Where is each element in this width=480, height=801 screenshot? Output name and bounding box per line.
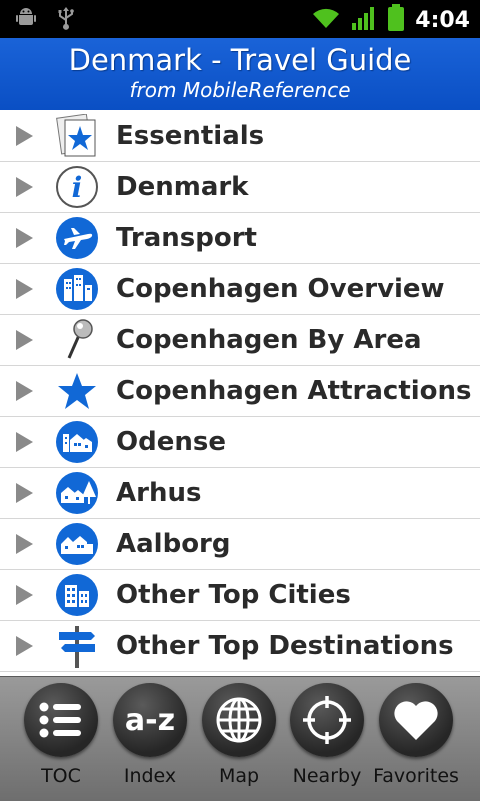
favorites-button[interactable]: Favorites <box>372 683 460 787</box>
menu-item-odense[interactable]: Odense <box>0 417 480 468</box>
nearby-label: Nearby <box>292 765 362 787</box>
menu-item-arhus[interactable]: Arhus <box>0 468 480 519</box>
houses-icon <box>55 522 99 566</box>
menu-item-label: Aalborg <box>116 529 231 559</box>
usb-icon <box>56 6 76 36</box>
index-label: Index <box>123 765 177 787</box>
menu-list: Essentials i Denmark Transport Copenhage… <box>0 111 480 672</box>
toc-label: TOC <box>41 765 81 787</box>
expand-arrow-icon <box>16 483 33 503</box>
menu-item-label: Denmark <box>116 172 249 202</box>
expand-arrow-icon <box>16 585 33 605</box>
battery-icon <box>387 4 405 36</box>
android-debug-icon <box>14 6 38 36</box>
nearby-button[interactable]: Nearby <box>283 683 371 787</box>
expand-arrow-icon <box>16 381 33 401</box>
wifi-icon <box>311 6 341 34</box>
city-buildings-icon <box>55 267 99 311</box>
expand-arrow-icon <box>16 279 33 299</box>
status-bar: 4:04 <box>0 0 480 38</box>
page-subtitle: from MobileReference <box>129 78 351 102</box>
menu-item-copenhagen-by-area[interactable]: Copenhagen By Area <box>0 315 480 366</box>
svg-text:i: i <box>72 171 83 204</box>
map-button[interactable]: Map <box>195 683 283 787</box>
a-z-icon: a-z <box>113 683 187 757</box>
expand-arrow-icon <box>16 126 33 146</box>
menu-item-label: Arhus <box>116 478 202 508</box>
list-icon <box>24 683 98 757</box>
menu-item-copenhagen-overview[interactable]: Copenhagen Overview <box>0 264 480 315</box>
info-icon: i <box>55 165 99 209</box>
menu-item-other-top-destinations[interactable]: Other Top Destinations <box>0 621 480 672</box>
menu-item-copenhagen-attractions[interactable]: Copenhagen Attractions <box>0 366 480 417</box>
bottom-toolbar: TOC a-z Index Map Nearby Favorites <box>0 676 480 801</box>
expand-arrow-icon <box>16 228 33 248</box>
menu-item-label: Odense <box>116 427 226 457</box>
status-time: 4:04 <box>415 7 470 33</box>
expand-arrow-icon <box>16 177 33 197</box>
menu-item-denmark[interactable]: i Denmark <box>0 162 480 213</box>
signal-icon <box>351 5 377 35</box>
a-z-glyph: a-z <box>124 702 176 738</box>
heart-icon <box>379 683 453 757</box>
menu-item-label: Essentials <box>116 121 265 151</box>
toc-button[interactable]: TOC <box>17 683 105 787</box>
expand-arrow-icon <box>16 534 33 554</box>
buildings-icon <box>55 573 99 617</box>
page-title: Denmark - Travel Guide <box>68 43 412 77</box>
house-tree-icon <box>55 471 99 515</box>
menu-item-label: Copenhagen Overview <box>116 274 445 304</box>
favorites-label: Favorites <box>373 765 459 787</box>
menu-item-label: Other Top Destinations <box>116 631 454 661</box>
expand-arrow-icon <box>16 432 33 452</box>
menu-item-label: Copenhagen By Area <box>116 325 422 355</box>
index-button[interactable]: a-z Index <box>106 683 194 787</box>
crosshair-icon <box>290 683 364 757</box>
menu-item-label: Transport <box>116 223 257 253</box>
app-header: Denmark - Travel Guide from MobileRefere… <box>0 38 480 110</box>
menu-item-label: Other Top Cities <box>116 580 351 610</box>
menu-item-other-top-cities[interactable]: Other Top Cities <box>0 570 480 621</box>
menu-item-label: Copenhagen Attractions <box>116 376 472 406</box>
globe-icon <box>202 683 276 757</box>
menu-item-essentials[interactable]: Essentials <box>0 111 480 162</box>
star-icon <box>55 369 99 413</box>
signpost-icon <box>55 624 99 668</box>
houses-icon <box>55 420 99 464</box>
expand-arrow-icon <box>16 330 33 350</box>
expand-arrow-icon <box>16 636 33 656</box>
map-pin-icon <box>55 318 99 362</box>
menu-item-transport[interactable]: Transport <box>0 213 480 264</box>
airplane-icon <box>55 216 99 260</box>
menu-item-aalborg[interactable]: Aalborg <box>0 519 480 570</box>
essentials-star-card-icon <box>55 113 99 158</box>
map-label: Map <box>218 765 260 787</box>
